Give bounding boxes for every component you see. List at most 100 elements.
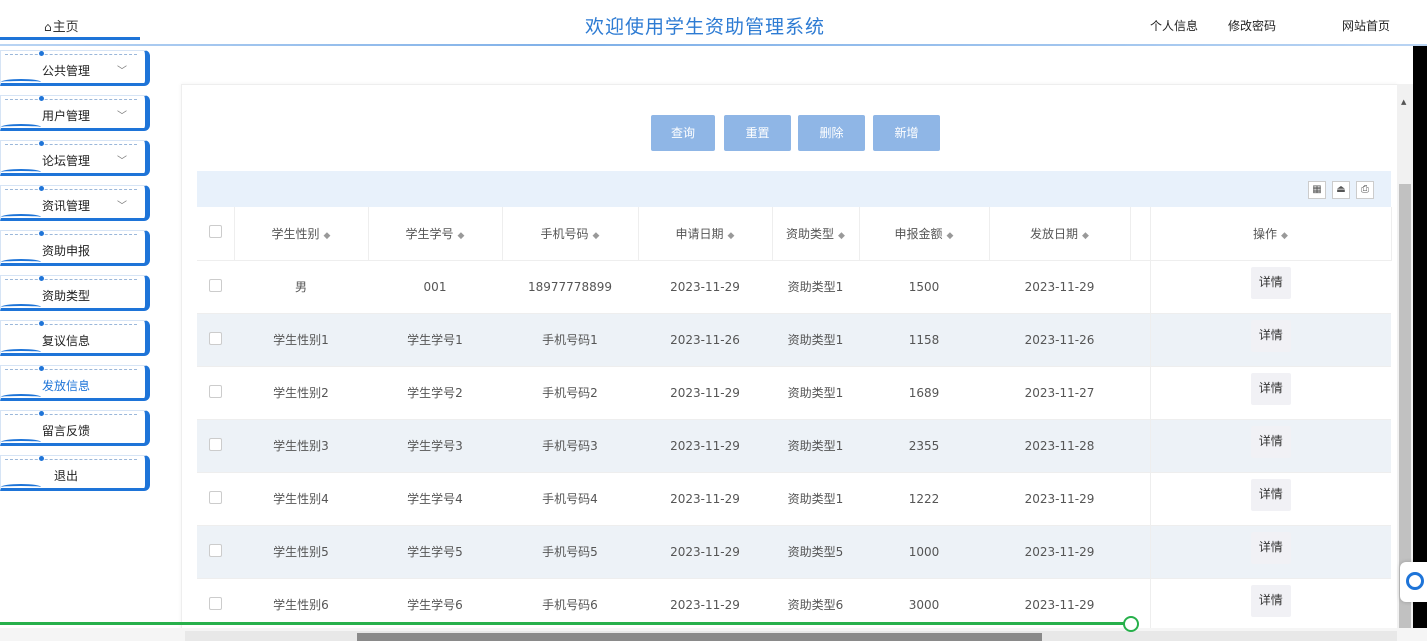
row-checkbox[interactable] [209, 543, 222, 557]
detail-button[interactable]: 详情 [1250, 531, 1291, 564]
table-cell: 2023-11-29 [638, 525, 772, 579]
select-all-cell [197, 207, 235, 261]
sidebar-item-label: 资助类型 [41, 289, 90, 303]
table-cell: 1000 [859, 525, 989, 579]
scrollbar-thumb[interactable] [357, 633, 1042, 641]
assistant-icon [1406, 572, 1424, 590]
table-cell: 手机号码3 [502, 419, 638, 473]
table-cell: 资助类型1 [772, 472, 859, 526]
sidebar-item-disbursement[interactable]: 发放信息 [0, 365, 150, 401]
column-header[interactable]: 操作 ◆ [1150, 207, 1392, 261]
column-header[interactable]: 学生性别 ◆ [234, 207, 369, 261]
detail-button[interactable]: 详情 [1250, 372, 1291, 405]
table-row: 学生性别4 学生学号4 手机号码4 2023-11-29 资助类型1 1222 2023-1… [197, 472, 1391, 526]
export-icon[interactable]: ⏏ [1332, 181, 1350, 199]
row-select-cell [197, 366, 234, 420]
table-cell: 1222 [859, 472, 989, 526]
sidebar-item-label: 发放信息 [41, 379, 90, 393]
column-header[interactable]: 发放日期 ◆ [989, 207, 1131, 261]
select-all-checkbox[interactable] [208, 225, 222, 239]
sidebar-item-users[interactable]: 用户管理 ﹀ [0, 95, 150, 131]
column-header[interactable]: 手机号码 ◆ [502, 207, 639, 261]
table-cell: 手机号码1 [502, 313, 638, 367]
sort-icon: ◆ [946, 230, 954, 241]
row-checkbox[interactable] [209, 384, 222, 398]
delete-button[interactable]: 删除 [798, 115, 865, 151]
detail-button[interactable]: 详情 [1250, 584, 1291, 617]
sidebar-item-forum[interactable]: 论坛管理 ﹀ [0, 140, 150, 176]
profile-link[interactable]: 个人信息 [1150, 17, 1198, 34]
table-cell: 学生性别1 [234, 313, 368, 367]
row-checkbox[interactable] [209, 278, 222, 292]
scroll-up-icon[interactable]: ▲ [1401, 98, 1406, 106]
page-title: 欢迎使用学生资助管理系统 [584, 16, 825, 38]
table-cell: 资助类型1 [772, 260, 859, 314]
table-cell: 学生性别2 [234, 366, 368, 420]
sidebar-item-aid-application[interactable]: 资助申报 [0, 230, 150, 266]
row-select-cell [197, 472, 234, 526]
table-cell: 2023-11-26 [989, 313, 1130, 367]
change-password-link[interactable]: 修改密码 [1228, 17, 1276, 34]
table-row: 学生性别3 学生学号3 手机号码3 2023-11-29 资助类型1 2355 2023-1… [197, 419, 1391, 473]
table-cell: 手机号码2 [502, 366, 638, 420]
site-home-link[interactable]: 网站首页 [1342, 17, 1390, 34]
table-cell: 资助类型1 [772, 419, 859, 473]
sidebar-item-review[interactable]: 复议信息 [0, 320, 150, 356]
reset-button[interactable]: 重置 [724, 115, 791, 151]
horizontal-scrollbar[interactable] [185, 631, 1397, 641]
window-edge [1413, 0, 1427, 628]
action-cell: 详情 [1150, 313, 1391, 367]
floating-assistant-button[interactable] [1400, 562, 1427, 602]
table-cell: 2355 [859, 419, 989, 473]
home-button[interactable]: ⌂主页 [0, 8, 140, 40]
table-toolbar: ▦ ⏏ ⎙ [197, 171, 1391, 207]
detail-button[interactable]: 详情 [1250, 478, 1291, 511]
add-button[interactable]: 新增 [873, 115, 940, 151]
chevron-down-icon: ﹀ [117, 201, 127, 212]
sidebar-item-news[interactable]: 资讯管理 ﹀ [0, 185, 150, 221]
table-cell: 2023-11-29 [638, 260, 772, 314]
sidebar-item-label: 复议信息 [41, 334, 90, 348]
table-cell: 2023-11-29 [638, 472, 772, 526]
sidebar-item-aid-type[interactable]: 资助类型 [0, 275, 150, 311]
row-checkbox[interactable] [209, 331, 222, 345]
sidebar-item-label: 留言反馈 [41, 424, 90, 438]
vertical-scrollbar[interactable]: ▲ [1397, 84, 1413, 632]
print-icon[interactable]: ⎙ [1356, 181, 1374, 199]
column-header[interactable]: 申报金额 ◆ [859, 207, 990, 261]
query-button[interactable]: 查询 [651, 115, 715, 151]
column-header[interactable]: 资助类型 ◆ [772, 207, 860, 261]
row-checkbox[interactable] [209, 490, 222, 504]
progress-line [0, 622, 1132, 625]
sidebar-item-public[interactable]: 公共管理 ﹀ [0, 50, 150, 86]
table-row: 男 001 18977778899 2023-11-29 资助类型1 1500 2023-1… [197, 260, 1391, 314]
sort-icon: ◆ [1281, 230, 1288, 241]
chevron-down-icon: ﹀ [117, 66, 127, 77]
table-cell: 2023-11-26 [638, 313, 772, 367]
progress-knob[interactable] [1123, 616, 1139, 632]
action-cell: 详情 [1150, 578, 1391, 632]
table-cell: 学生学号5 [368, 525, 502, 579]
home-label: 主页 [52, 20, 79, 35]
table-cell: 2023-11-29 [638, 419, 772, 473]
detail-button[interactable]: 详情 [1250, 425, 1291, 458]
column-header[interactable]: 学生学号 ◆ [368, 207, 503, 261]
table-cell: 1500 [859, 260, 989, 314]
sidebar-item-label: 退出 [53, 469, 78, 483]
table-cell: 2023-11-29 [638, 366, 772, 420]
row-checkbox[interactable] [209, 596, 222, 610]
column-header[interactable]: 申请日期 ◆ [638, 207, 773, 261]
data-table: 学生性别 ◆ 学生学号 ◆ 手机号码 ◆ 申请日期 ◆ 资助类型 ◆ 申报金额 ◆ 发放日期… [197, 207, 1392, 632]
column-spacer [1130, 207, 1151, 261]
detail-button[interactable]: 详情 [1250, 319, 1291, 352]
table-cell: 资助类型1 [772, 366, 859, 420]
detail-button[interactable]: 详情 [1250, 266, 1291, 299]
sort-icon: ◆ [323, 230, 331, 241]
row-select-cell [197, 313, 234, 367]
sidebar-item-logout[interactable]: 退出 [0, 455, 150, 491]
sidebar-item-label: 用户管理 [41, 109, 90, 123]
columns-icon[interactable]: ▦ [1308, 181, 1326, 199]
row-checkbox[interactable] [209, 437, 222, 451]
sidebar-item-feedback[interactable]: 留言反馈 [0, 410, 150, 446]
table-cell: 资助类型5 [772, 525, 859, 579]
